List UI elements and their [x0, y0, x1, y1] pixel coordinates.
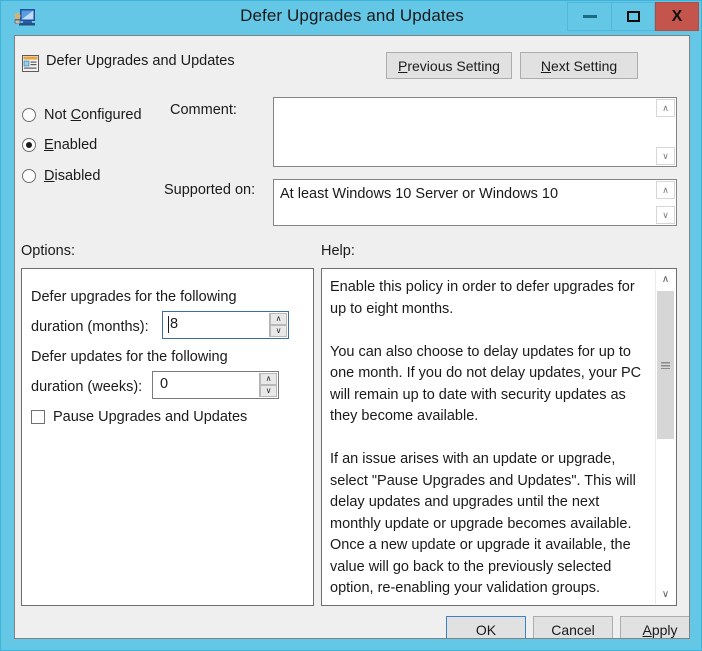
defer-upgrades-label-line1: Defer upgrades for the following: [31, 289, 237, 305]
radio-disabled-label: Disabled: [44, 168, 100, 184]
weeks-spinner-up-icon[interactable]: ∧: [260, 373, 277, 385]
weeks-spinner-down-icon[interactable]: ∨: [260, 385, 277, 397]
dialog-client-area: Defer Upgrades and Updates Previous Sett…: [14, 35, 690, 639]
page-title: Defer Upgrades and Updates: [46, 53, 235, 69]
previous-setting-label: revious Setting: [407, 58, 500, 74]
scroll-up-icon[interactable]: ∧: [656, 181, 675, 199]
help-scroll-up-icon[interactable]: ∧: [656, 270, 675, 289]
months-spinner-down-icon[interactable]: ∨: [270, 325, 287, 337]
radio-enabled[interactable]: Enabled: [22, 137, 97, 153]
next-setting-button[interactable]: Next Setting: [520, 52, 638, 79]
defer-upgrades-months-stepper[interactable]: 8 ∧ ∨: [162, 311, 289, 339]
comment-label: Comment:: [170, 102, 237, 118]
close-button[interactable]: X: [655, 2, 699, 31]
minimize-button[interactable]: [567, 2, 611, 31]
options-panel: Defer upgrades for the following duratio…: [21, 268, 314, 606]
cancel-button[interactable]: Cancel: [533, 616, 613, 639]
options-section-label: Options:: [21, 243, 75, 259]
apply-label: pply: [652, 622, 678, 638]
help-panel: Enable this policy in order to defer upg…: [321, 268, 677, 606]
defer-updates-weeks-stepper[interactable]: 0 ∧ ∨: [152, 371, 279, 399]
comment-scrollbar[interactable]: ∧ ∨: [656, 99, 675, 165]
pause-upgrades-checkbox[interactable]: Pause Upgrades and Updates: [31, 409, 247, 425]
policy-setting-icon: [22, 55, 39, 72]
maximize-icon: [627, 11, 640, 22]
next-setting-accel: N: [541, 58, 551, 74]
supported-on-value: At least Windows 10 Server or Windows 10: [280, 186, 558, 202]
help-section-label: Help:: [321, 243, 355, 259]
text-caret: [168, 316, 169, 333]
months-spinner-up-icon[interactable]: ∧: [270, 313, 287, 325]
help-text: Enable this policy in order to defer upg…: [330, 277, 650, 600]
pause-upgrades-checkbox-label: Pause Upgrades and Updates: [53, 409, 247, 425]
apply-accel: A: [642, 622, 651, 638]
help-scrollbar[interactable]: ∧ ∨: [655, 270, 675, 604]
next-setting-label: ext Setting: [551, 58, 617, 74]
radio-not-configured[interactable]: Not Configured: [22, 107, 142, 123]
maximize-button[interactable]: [611, 2, 655, 31]
comment-input[interactable]: ∧ ∨: [273, 97, 677, 167]
minimize-icon: [583, 15, 597, 18]
weeks-spinner-buttons[interactable]: ∧ ∨: [259, 373, 277, 397]
defer-upgrades-label-line2: duration (months):: [31, 319, 149, 335]
defer-upgrades-months-value: 8: [170, 316, 178, 332]
close-icon: X: [672, 8, 683, 26]
radio-enabled-label: Enabled: [44, 137, 97, 153]
help-scrollbar-thumb[interactable]: [657, 291, 674, 439]
scroll-up-icon[interactable]: ∧: [656, 99, 675, 117]
radio-disabled-mark: [22, 169, 36, 183]
supported-on-scrollbar[interactable]: ∧ ∨: [656, 181, 675, 224]
radio-not-configured-mark: [22, 108, 36, 122]
defer-updates-label-line2: duration (weeks):: [31, 379, 142, 395]
supported-on-label: Supported on:: [164, 182, 255, 198]
pause-upgrades-checkbox-mark: [31, 410, 45, 424]
defer-updates-weeks-value: 0: [160, 376, 168, 392]
defer-updates-label-line1: Defer updates for the following: [31, 349, 228, 365]
previous-setting-accel: P: [398, 58, 407, 74]
ok-button[interactable]: OK: [446, 616, 526, 639]
scroll-down-icon[interactable]: ∨: [656, 206, 675, 224]
apply-button[interactable]: Apply: [620, 616, 690, 639]
radio-not-configured-label: Not Configured: [44, 107, 142, 123]
radio-enabled-mark: [22, 138, 36, 152]
supported-on-field[interactable]: At least Windows 10 Server or Windows 10…: [273, 179, 677, 226]
months-spinner-buttons[interactable]: ∧ ∨: [269, 313, 287, 337]
radio-disabled[interactable]: Disabled: [22, 168, 100, 184]
help-scroll-down-icon[interactable]: ∨: [656, 585, 675, 604]
scrollbar-grip-icon: [661, 362, 670, 369]
dialog-window: Defer Upgrades and Updates X Defer Upgra…: [0, 0, 702, 651]
previous-setting-button[interactable]: Previous Setting: [386, 52, 512, 79]
title-bar: Defer Upgrades and Updates X: [1, 1, 702, 35]
scroll-down-icon[interactable]: ∨: [656, 147, 675, 165]
